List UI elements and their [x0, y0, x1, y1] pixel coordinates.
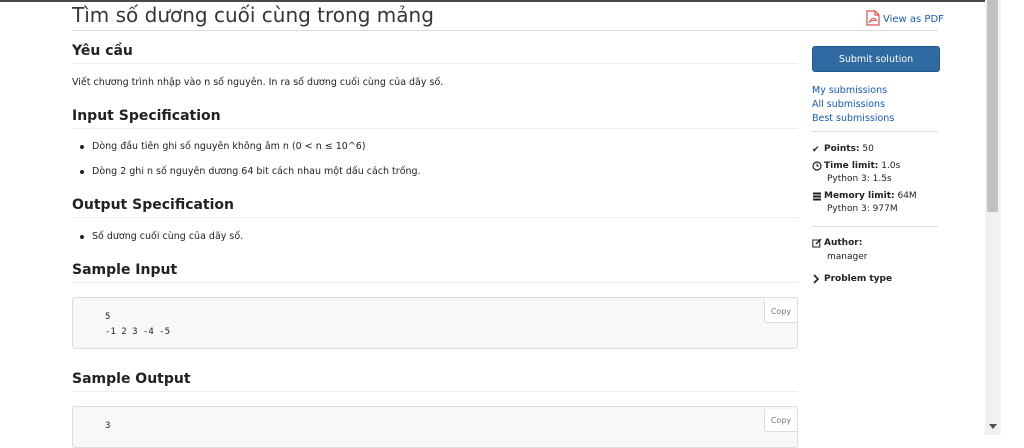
memory-icon: [812, 191, 824, 205]
divider: [812, 131, 938, 132]
submit-solution-button[interactable]: Submit solution: [812, 46, 940, 72]
input-spec-item-text: Dòng đầu tiên ghi số nguyên không âm n (…: [92, 141, 366, 152]
chevron-right-icon: [812, 274, 824, 288]
problem-type-label[interactable]: Problem type: [824, 274, 892, 284]
sample-input-heading: Sample Input: [72, 261, 798, 283]
sample-output-code: 3 Copy: [72, 406, 798, 448]
edit-icon: [812, 238, 824, 252]
view-pdf-label[interactable]: View as PDF: [883, 14, 944, 25]
time-limit-label: Time limit:: [824, 161, 879, 171]
memory-limit-info: Memory limit: 64M: [812, 191, 917, 205]
time-limit-python: Python 3: 1.5s: [827, 174, 892, 184]
clock-icon: [812, 161, 824, 175]
time-limit-value: 1.0s: [881, 161, 901, 171]
input-spec-item: Dòng 2 ghi n số nguyên dương 64 bit cách…: [80, 166, 421, 177]
copy-button[interactable]: Copy: [764, 300, 797, 323]
page-title: Tìm số dương cuối cùng trong mảng: [72, 2, 938, 31]
sample-output-heading: Sample Output: [72, 370, 798, 392]
best-submissions-link[interactable]: Best submissions: [812, 113, 894, 124]
author-name[interactable]: manager: [827, 252, 867, 262]
all-submissions-link[interactable]: All submissions: [812, 99, 885, 110]
sample-input-code: 5 -1 2 3 -4 -5 Copy: [72, 297, 798, 349]
pdf-icon: [866, 10, 880, 29]
time-limit-info: Time limit: 1.0s: [812, 161, 900, 175]
output-spec-item-text: Số dương cuối cùng của dãy số.: [92, 231, 244, 242]
output-spec-item: Số dương cuối cùng của dãy số.: [80, 231, 243, 242]
input-spec-heading: Input Specification: [72, 107, 798, 129]
author-info: Author:: [812, 238, 862, 252]
memory-limit-python: Python 3: 977M: [827, 204, 898, 214]
bullet-dot: [80, 169, 84, 174]
code-line: -1 2 3 -4 -5: [105, 327, 171, 337]
my-submissions-link[interactable]: My submissions: [812, 85, 887, 96]
memory-limit-label: Memory limit:: [824, 191, 895, 201]
bullet-dot: [80, 144, 84, 149]
code-line: 3: [105, 421, 111, 431]
problem-type-toggle[interactable]: Problem type: [812, 274, 892, 288]
vertical-scrollbar[interactable]: [985, 0, 1001, 435]
output-spec-heading: Output Specification: [72, 196, 798, 218]
input-spec-item-text: Dòng 2 ghi n số nguyên dương 64 bit cách…: [92, 166, 421, 177]
points-label: Points:: [824, 144, 860, 154]
requirement-text: Viết chương trình nhập vào n số nguyên. …: [72, 77, 444, 88]
copy-button[interactable]: Copy: [764, 409, 797, 432]
points-info: ✔ Points: 50: [812, 144, 874, 156]
view-pdf-link[interactable]: View as PDF: [866, 10, 944, 29]
problem-page: Tìm số dương cuối cùng trong mảng View a…: [0, 0, 1024, 448]
points-value: 50: [862, 144, 874, 154]
check-icon: ✔: [812, 145, 820, 155]
requirement-heading: Yêu cầu: [72, 42, 798, 64]
memory-limit-value: 64M: [897, 191, 917, 201]
scrollbar-thumb[interactable]: [987, 0, 998, 212]
bullet-dot: [80, 234, 84, 239]
author-label: Author:: [824, 238, 863, 248]
divider: [812, 226, 938, 227]
scroll-down-arrow-icon[interactable]: [989, 424, 997, 429]
code-line: 5: [105, 312, 111, 322]
input-spec-item: Dòng đầu tiên ghi số nguyên không âm n (…: [80, 141, 366, 152]
